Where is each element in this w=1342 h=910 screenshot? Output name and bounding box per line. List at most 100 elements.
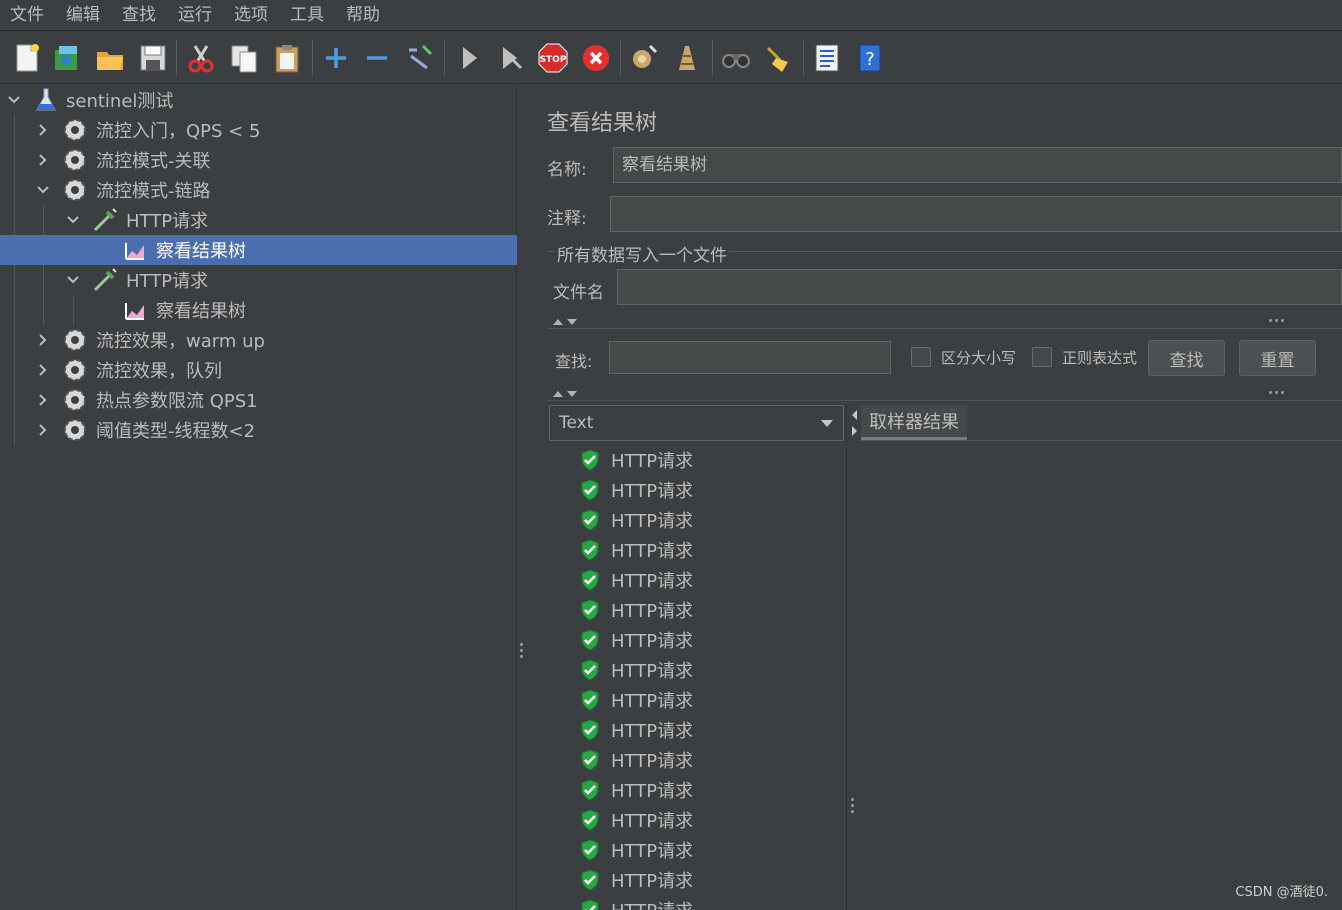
tree-node-thread-group[interactable]: 阈值类型-线程数<2 <box>0 415 517 445</box>
stop-icon[interactable]: STOP <box>536 40 570 76</box>
new-icon[interactable] <box>10 40 44 76</box>
result-item[interactable]: HTTP请求 <box>579 715 693 745</box>
result-item[interactable]: HTTP请求 <box>579 865 693 895</box>
result-item[interactable]: HTTP请求 <box>579 565 693 595</box>
copy-icon[interactable] <box>227 40 261 76</box>
divider <box>547 400 1342 401</box>
chevron-down-icon[interactable] <box>66 213 80 227</box>
result-item[interactable]: HTTP请求 <box>579 625 693 655</box>
start-no-pauses-icon[interactable] <box>494 40 528 76</box>
splitter-grip-icon[interactable] <box>520 643 524 658</box>
menu-file[interactable]: 文件 <box>10 0 44 31</box>
tree-node-thread-group[interactable]: 热点参数限流 QPS1 <box>0 385 517 415</box>
splitter-grip-icon[interactable] <box>851 798 855 813</box>
main-splitter[interactable] <box>517 85 529 910</box>
more-icon[interactable] <box>1269 391 1284 394</box>
tree-node-thread-group[interactable]: 流控模式-链路 <box>0 175 517 205</box>
result-item[interactable]: HTTP请求 <box>579 445 693 475</box>
success-shield-icon <box>579 508 601 532</box>
collapse-arrows[interactable] <box>553 391 577 397</box>
tab-sampler-result[interactable]: 取样器结果 <box>861 405 967 440</box>
search-input[interactable] <box>609 341 891 374</box>
result-item[interactable]: HTTP请求 <box>579 535 693 565</box>
arrow-down-icon[interactable] <box>567 319 577 325</box>
tree-node-view-results-tree[interactable]: 察看结果树 <box>0 295 517 325</box>
save-icon[interactable] <box>136 40 170 76</box>
help-icon[interactable]: ? <box>853 40 887 76</box>
name-field[interactable]: 察看结果树 <box>613 147 1342 183</box>
templates-icon[interactable] <box>50 40 84 76</box>
tree-node-thread-group[interactable]: 流控入门，QPS < 5 <box>0 115 517 145</box>
renderer-select[interactable]: Text <box>549 405 844 441</box>
menu-run[interactable]: 运行 <box>178 0 212 31</box>
more-icon[interactable] <box>1269 319 1284 322</box>
results-splitter[interactable] <box>846 405 860 910</box>
result-item[interactable]: HTTP请求 <box>579 475 693 505</box>
result-item[interactable]: HTTP请求 <box>579 805 693 835</box>
paste-icon[interactable] <box>270 40 304 76</box>
cut-icon[interactable] <box>184 40 218 76</box>
clear-all-icon[interactable] <box>670 40 704 76</box>
collapse-icon[interactable] <box>360 40 394 76</box>
tree-node-label: 阈值类型-线程数<2 <box>96 421 256 442</box>
success-shield-icon <box>579 568 601 592</box>
chevron-down-icon[interactable] <box>36 183 50 197</box>
case-sensitive-checkbox[interactable] <box>911 347 931 367</box>
reset-search-icon[interactable] <box>761 40 795 76</box>
result-item[interactable]: HTTP请求 <box>579 835 693 865</box>
success-shield-icon <box>579 778 601 802</box>
menu-options[interactable]: 选项 <box>234 0 268 31</box>
result-item[interactable]: HTTP请求 <box>579 685 693 715</box>
function-helper-icon[interactable] <box>810 40 844 76</box>
collapse-arrows[interactable] <box>553 319 577 325</box>
result-item-label: HTTP请求 <box>611 541 694 562</box>
tree-node-view-results-tree[interactable]: 察看结果树 <box>0 235 517 265</box>
tree-node-thread-group[interactable]: 流控模式-关联 <box>0 145 517 175</box>
search-icon[interactable] <box>719 40 753 76</box>
menu-search[interactable]: 查找 <box>122 0 156 31</box>
filename-field[interactable] <box>617 269 1342 305</box>
clear-icon[interactable] <box>627 40 661 76</box>
shutdown-icon[interactable] <box>579 40 613 76</box>
regex-label: 正则表达式 <box>1062 349 1138 367</box>
tree-node-http-sampler[interactable]: HTTP请求 <box>0 205 517 235</box>
chevron-down-icon[interactable] <box>7 93 21 107</box>
arrow-down-icon[interactable] <box>567 391 577 397</box>
menu-tools[interactable]: 工具 <box>290 0 324 31</box>
menu-edit[interactable]: 编辑 <box>66 0 100 31</box>
result-item-label: HTTP请求 <box>611 511 694 532</box>
reset-button[interactable]: 重置 <box>1239 340 1316 376</box>
toggle-icon[interactable] <box>402 40 436 76</box>
chevron-right-icon[interactable] <box>36 393 50 407</box>
arrow-up-icon[interactable] <box>553 391 563 397</box>
chevron-right-icon[interactable] <box>36 363 50 377</box>
tree-node-thread-group[interactable]: 流控效果，队列 <box>0 355 517 385</box>
result-item[interactable]: HTTP请求 <box>579 745 693 775</box>
open-icon[interactable] <box>93 40 127 76</box>
thread-group-icon <box>61 386 89 414</box>
start-icon[interactable] <box>452 40 486 76</box>
tree-node-thread-group[interactable]: 流控效果，warm up <box>0 325 517 355</box>
result-item[interactable]: HTTP请求 <box>579 505 693 535</box>
tree-node-label: 察看结果树 <box>156 241 246 262</box>
search-label: 查找: <box>555 352 593 371</box>
splitter-arrows-icon[interactable] <box>850 408 858 438</box>
result-item[interactable]: HTTP请求 <box>579 655 693 685</box>
tree-node-test-plan[interactable]: sentinel测试 <box>0 85 517 115</box>
menu-help[interactable]: 帮助 <box>346 0 380 31</box>
find-button[interactable]: 查找 <box>1148 340 1225 376</box>
chevron-right-icon[interactable] <box>36 333 50 347</box>
chevron-down-icon[interactable] <box>66 273 80 287</box>
chevron-right-icon[interactable] <box>36 423 50 437</box>
regex-checkbox[interactable] <box>1032 347 1052 367</box>
result-item-label: HTTP请求 <box>611 871 694 892</box>
result-item[interactable]: HTTP请求 <box>579 775 693 805</box>
chevron-right-icon[interactable] <box>36 123 50 137</box>
arrow-up-icon[interactable] <box>553 319 563 325</box>
expand-icon[interactable] <box>319 40 353 76</box>
chevron-right-icon[interactable] <box>36 153 50 167</box>
comment-field[interactable] <box>610 196 1342 232</box>
tree-node-http-sampler[interactable]: HTTP请求 <box>0 265 517 295</box>
result-item[interactable]: HTTP请求 <box>579 895 693 910</box>
result-item[interactable]: HTTP请求 <box>579 595 693 625</box>
